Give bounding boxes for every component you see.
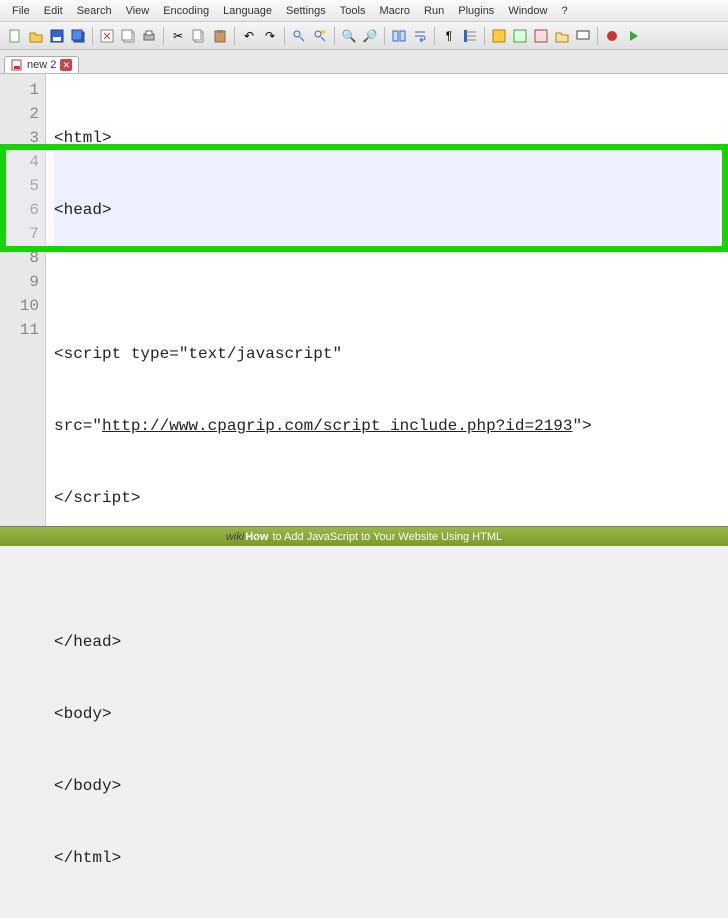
tab-new-2[interactable]: new 2 ✕ — [4, 56, 79, 73]
menu-encoding[interactable]: Encoding — [157, 3, 215, 19]
zoom-out-icon[interactable]: 🔎 — [361, 27, 379, 45]
toolbar: ✂ ↶ ↷ 🔍 🔎 ¶ — [0, 22, 728, 50]
menu-file[interactable]: File — [6, 3, 36, 19]
separator — [234, 27, 235, 45]
line-gutter: 1 2 3 4 5 6 7 8 9 10 11 — [0, 74, 46, 526]
editor: 1 2 3 4 5 6 7 8 9 10 11 <html> <head> <s… — [0, 74, 728, 526]
menu-window[interactable]: Window — [502, 3, 553, 19]
indent-icon[interactable] — [461, 27, 479, 45]
play-icon[interactable] — [624, 27, 642, 45]
line-number: 3 — [4, 126, 39, 150]
monitor-icon[interactable] — [574, 27, 592, 45]
code-line — [54, 270, 720, 294]
separator — [484, 27, 485, 45]
wrap-icon[interactable] — [411, 27, 429, 45]
save-icon[interactable] — [48, 27, 66, 45]
tab-close-icon[interactable]: ✕ — [60, 59, 72, 71]
code-line: <script type="text/javascript" — [54, 342, 720, 366]
separator — [597, 27, 598, 45]
menu-edit[interactable]: Edit — [38, 3, 69, 19]
line-number: 1 — [4, 78, 39, 102]
line-number: 7 — [4, 222, 39, 246]
separator — [92, 27, 93, 45]
code-line: </body> — [54, 774, 720, 798]
tabbar: new 2 ✕ — [0, 50, 728, 74]
new-icon[interactable] — [6, 27, 24, 45]
separator — [163, 27, 164, 45]
document-icon — [11, 59, 23, 71]
code-area[interactable]: <html> <head> <script type="text/javascr… — [46, 74, 728, 526]
code-line: </head> — [54, 630, 720, 654]
paste-icon[interactable] — [211, 27, 229, 45]
line-number: 6 — [4, 198, 39, 222]
separator — [284, 27, 285, 45]
line-number: 4 — [4, 150, 39, 174]
menu-search[interactable]: Search — [71, 3, 118, 19]
close-icon[interactable] — [98, 27, 116, 45]
doc-map-icon[interactable] — [532, 27, 550, 45]
line-number: 8 — [4, 246, 39, 270]
line-number: 11 — [4, 318, 39, 342]
line-number: 9 — [4, 270, 39, 294]
undo-icon[interactable]: ↶ — [240, 27, 258, 45]
menu-view[interactable]: View — [120, 3, 156, 19]
print-icon[interactable] — [140, 27, 158, 45]
replace-icon[interactable] — [311, 27, 329, 45]
code-line: src="http://www.cpagrip.com/script_inclu… — [54, 414, 720, 438]
func-icon[interactable] — [511, 27, 529, 45]
line-number: 10 — [4, 294, 39, 318]
line-number: 5 — [4, 174, 39, 198]
line-number: 2 — [4, 102, 39, 126]
menu-plugins[interactable]: Plugins — [452, 3, 500, 19]
code-line: </html> — [54, 846, 720, 870]
tab-label: new 2 — [27, 59, 56, 71]
folder-icon[interactable] — [490, 27, 508, 45]
copy-icon[interactable] — [190, 27, 208, 45]
save-all-icon[interactable] — [69, 27, 87, 45]
invisible-icon[interactable]: ¶ — [440, 27, 458, 45]
sync-icon[interactable] — [390, 27, 408, 45]
separator — [384, 27, 385, 45]
open-icon[interactable] — [27, 27, 45, 45]
separator — [434, 27, 435, 45]
url-text: http://www.cpagrip.com/script_include.ph… — [102, 417, 572, 435]
code-line: </script> — [54, 486, 720, 510]
code-line — [54, 558, 720, 582]
redo-icon[interactable]: ↷ — [261, 27, 279, 45]
menu-macro[interactable]: Macro — [373, 3, 416, 19]
folder-open-icon[interactable] — [553, 27, 571, 45]
separator — [334, 27, 335, 45]
code-line: <body> — [54, 702, 720, 726]
cut-icon[interactable]: ✂ — [169, 27, 187, 45]
record-icon[interactable] — [603, 27, 621, 45]
zoom-in-icon[interactable]: 🔍 — [340, 27, 358, 45]
menu-help[interactable]: ? — [555, 3, 573, 19]
menu-settings[interactable]: Settings — [280, 3, 332, 19]
menu-run[interactable]: Run — [418, 3, 450, 19]
menubar: File Edit Search View Encoding Language … — [0, 0, 728, 22]
menu-language[interactable]: Language — [217, 3, 278, 19]
find-icon[interactable] — [290, 27, 308, 45]
code-line: <html> — [54, 126, 720, 150]
close-all-icon[interactable] — [119, 27, 137, 45]
menu-tools[interactable]: Tools — [334, 3, 372, 19]
code-line: <head> — [54, 198, 720, 222]
